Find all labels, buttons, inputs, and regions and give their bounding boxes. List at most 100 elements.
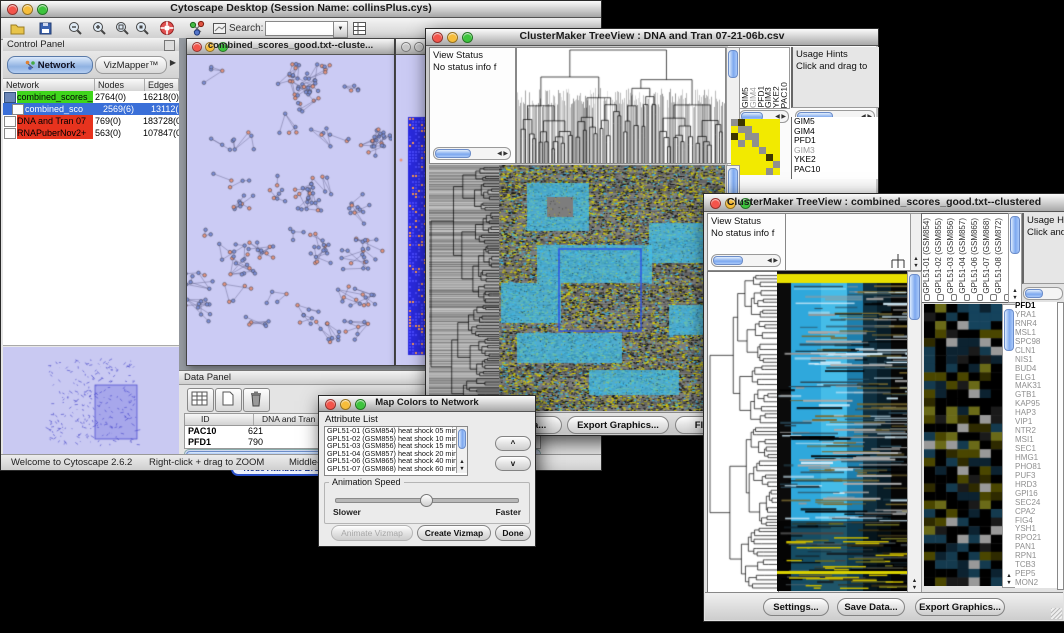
matrix-cell[interactable]: [731, 140, 738, 147]
matrix-cell[interactable]: [731, 154, 738, 161]
column-label[interactable]: GPL51-08 (GSM872): [994, 218, 1006, 294]
col-nodes[interactable]: Nodes: [95, 79, 145, 91]
minimize-button[interactable]: [414, 42, 424, 52]
scroll-thumb[interactable]: [713, 256, 743, 265]
tv2-row-dendrogram[interactable]: [707, 271, 779, 593]
done-button[interactable]: Done: [495, 525, 531, 541]
create-attribute-icon[interactable]: [215, 388, 242, 412]
matrix-cell[interactable]: [773, 140, 780, 147]
scroll-arrows[interactable]: [457, 459, 467, 472]
annotation-canvas-icon[interactable]: [211, 20, 228, 37]
matrix-cell[interactable]: [773, 147, 780, 154]
export-graphics-button[interactable]: Export Graphics...: [567, 416, 669, 434]
matrix-cell[interactable]: [745, 119, 752, 126]
close-button[interactable]: [401, 42, 411, 52]
zoom-fit-icon[interactable]: [114, 20, 131, 37]
help-lifebuoy-icon[interactable]: [159, 20, 176, 37]
scroll-arrows[interactable]: [911, 256, 921, 269]
matrix-cell[interactable]: [738, 154, 745, 161]
matrix-cell[interactable]: [745, 147, 752, 154]
matrix-cell[interactable]: [759, 133, 766, 140]
matrix-cell[interactable]: [773, 154, 780, 161]
matrix-cell[interactable]: [752, 140, 759, 147]
matrix-cell[interactable]: [752, 126, 759, 133]
column-label[interactable]: GPL51-07 (GSM868): [982, 218, 994, 294]
tv2-hints-scrollbar[interactable]: [1023, 287, 1063, 300]
matrix-cell[interactable]: [738, 133, 745, 140]
zoom-out-icon[interactable]: [67, 20, 84, 37]
matrix-cell[interactable]: [731, 133, 738, 140]
scroll-thumb[interactable]: [458, 429, 466, 449]
matrix-cell[interactable]: [738, 126, 745, 133]
select-attributes-icon[interactable]: [187, 388, 214, 412]
column-label[interactable]: YKE2: [771, 86, 779, 108]
network-row[interactable]: combined_scores_2764(0)16218(0): [3, 91, 179, 103]
detach-panel-icon[interactable]: [164, 40, 175, 51]
resize-grip[interactable]: [1051, 608, 1062, 619]
scroll-thumb[interactable]: [435, 149, 471, 158]
scroll-arrows[interactable]: [497, 150, 508, 157]
animate-vizmap-button[interactable]: Animate Vizmap: [331, 525, 413, 541]
network-tree-area[interactable]: [3, 139, 179, 346]
matrix-cell[interactable]: [752, 119, 759, 126]
matrix-cell[interactable]: [759, 168, 766, 175]
create-vizmap-button[interactable]: Create Vizmap: [417, 525, 491, 541]
col-id[interactable]: ID: [185, 414, 254, 425]
matrix-cell[interactable]: [759, 147, 766, 154]
tv1-titlebar[interactable]: ClusterMaker TreeView : DNA and Tran 07-…: [426, 29, 878, 46]
matrix-cell[interactable]: [752, 154, 759, 161]
column-label[interactable]: PAC10: [779, 82, 787, 108]
tv1-gene-list[interactable]: GIM5GIM4PFD1GIM3YKE2PAC10: [791, 117, 878, 179]
save-icon[interactable]: [37, 20, 54, 37]
gene-label[interactable]: MON2: [1015, 579, 1057, 588]
matrix-cell[interactable]: [738, 147, 745, 154]
matrix-cell[interactable]: [766, 168, 773, 175]
tv2-gene-list[interactable]: PFD1YRA1RNR4MSL1SPC98CLN1NIS1BUD4ELG1MAK…: [1015, 302, 1057, 588]
column-label[interactable]: GPL51-01 (GSM854): [922, 218, 934, 294]
matrix-cell[interactable]: [752, 133, 759, 140]
matrix-cell[interactable]: [738, 119, 745, 126]
scroll-thumb[interactable]: [728, 50, 738, 78]
tv2-global-vscrollbar[interactable]: [907, 271, 922, 593]
col-edges[interactable]: Edges: [145, 79, 179, 91]
matrix-cell[interactable]: [738, 140, 745, 147]
tv1-row-dendrogram[interactable]: [429, 165, 499, 411]
column-label[interactable]: GPL51-04 (GSM857): [958, 218, 970, 294]
matrix-cell[interactable]: [731, 126, 738, 133]
tab-overflow-arrow[interactable]: ▶: [170, 58, 176, 67]
zoom-in-icon[interactable]: [91, 20, 108, 37]
matrix-cell[interactable]: [752, 161, 759, 168]
open-folder-icon[interactable]: [9, 20, 26, 37]
column-checkbox[interactable]: [964, 294, 970, 301]
tv2-detail-heatmap[interactable]: [924, 304, 1002, 586]
matrix-cell[interactable]: [745, 140, 752, 147]
matrix-cell[interactable]: [752, 168, 759, 175]
column-checkbox[interactable]: [924, 294, 930, 301]
column-checkbox[interactable]: [951, 294, 957, 301]
network-view-titlebar[interactable]: combined_scores_good.txt--cluste...: [187, 39, 394, 55]
matrix-cell[interactable]: [766, 126, 773, 133]
tv2-detail-vscrollbar[interactable]: [1002, 304, 1016, 588]
delete-attribute-trash-icon[interactable]: [243, 388, 270, 412]
scroll-arrows[interactable]: [1009, 288, 1021, 301]
network-row[interactable]: combined_sco2569(6)13112(15): [3, 103, 179, 115]
move-down-button[interactable]: v: [495, 456, 531, 471]
tab-network[interactable]: Network: [7, 56, 93, 74]
column-label[interactable]: GPL51-03 (GSM856): [946, 218, 958, 294]
column-checkbox[interactable]: [937, 294, 943, 301]
save-data-button[interactable]: Save Data...: [837, 598, 905, 616]
scroll-thumb[interactable]: [909, 274, 920, 320]
vizmapper-nodes-icon[interactable]: [189, 20, 206, 37]
matrix-cell[interactable]: [745, 168, 752, 175]
network-row[interactable]: RNAPuberNov2+563(0)107847(0): [3, 127, 179, 139]
network-row[interactable]: DNA and Tran 07769(0)183728(0): [3, 115, 179, 127]
matrix-cell[interactable]: [773, 126, 780, 133]
slider-thumb[interactable]: [420, 494, 433, 507]
scroll-arrows[interactable]: [1003, 573, 1015, 586]
matrix-cell[interactable]: [745, 126, 752, 133]
column-label[interactable]: GIM4: [748, 87, 756, 108]
attribute-list-vscrollbar[interactable]: [456, 427, 467, 473]
matrix-cell[interactable]: [745, 154, 752, 161]
column-label[interactable]: GPL51-06 (GSM865): [970, 218, 982, 294]
dialog-titlebar[interactable]: Map Colors to Network: [319, 396, 535, 412]
